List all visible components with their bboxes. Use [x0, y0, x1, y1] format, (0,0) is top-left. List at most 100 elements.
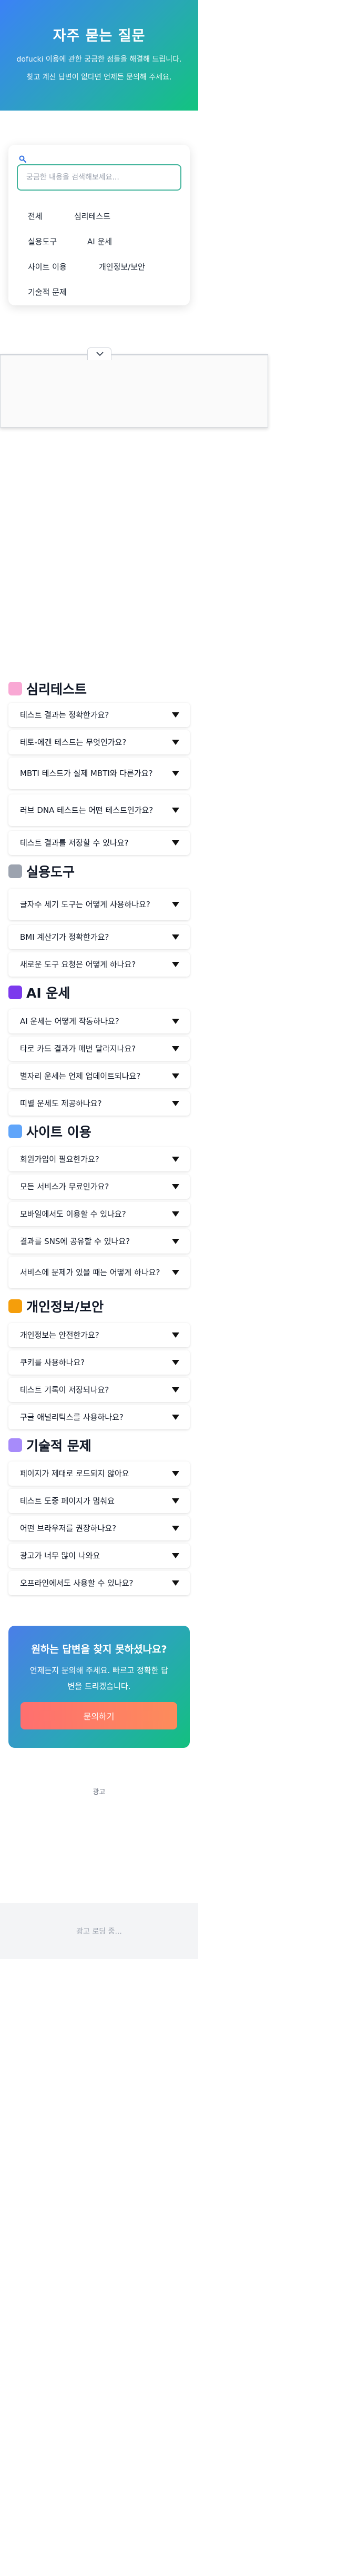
- expand-arrow-icon: [172, 1580, 179, 1586]
- faq-question[interactable]: 구글 애널리틱스를 사용하나요?: [8, 1405, 190, 1429]
- expand-arrow-icon: [172, 1360, 179, 1365]
- tools-icon: [8, 864, 22, 878]
- faq-question-text: 개인정보는 안전한가요?: [20, 1330, 99, 1340]
- faq-question[interactable]: 모바일에서도 이용할 수 있나요?: [8, 1202, 190, 1226]
- expand-arrow-icon: [172, 712, 179, 718]
- expand-arrow-icon: [172, 1184, 179, 1189]
- faq-question[interactable]: AI 운세는 어떻게 작동하나요?: [8, 1009, 190, 1033]
- expand-arrow-icon: [172, 1239, 179, 1244]
- search-input[interactable]: [17, 164, 181, 191]
- category-all[interactable]: 전체: [28, 211, 43, 222]
- faq-question[interactable]: 서비스에 문제가 있을 때는 어떻게 하나요?: [8, 1257, 190, 1288]
- category-tools[interactable]: 실용도구: [28, 236, 57, 247]
- chevron-down-icon: [96, 352, 104, 356]
- faq-question[interactable]: 테토-에겐 테스트는 무엇인가요?: [8, 730, 190, 754]
- page-header: 자주 묻는 질문 dofucki 이용에 관한 궁금한 점들을 해결해 드립니다…: [0, 0, 198, 111]
- faq-question-text: 타로 카드 결과가 매번 달라지나요?: [20, 1044, 136, 1053]
- cta-subtitle: 언제든지 문의해 주세요. 빠르고 정확한 답 변을 드리겠습니다.: [29, 1663, 169, 1694]
- faq-question[interactable]: 새로운 도구 요청은 어떻게 하나요?: [8, 952, 190, 977]
- faq-question[interactable]: BMI 계산기가 정확한가요?: [8, 925, 190, 949]
- faq-question[interactable]: 글자수 세기 도구는 어떻게 사용하나요?: [8, 889, 190, 920]
- expand-arrow-icon: [172, 1157, 179, 1162]
- faq-question[interactable]: 광고가 너무 많이 나와요: [8, 1544, 190, 1568]
- faq-question[interactable]: 모든 서비스가 무료인가요?: [8, 1175, 190, 1199]
- faq-question[interactable]: 회원가입이 필요한가요?: [8, 1147, 190, 1171]
- ad-label: 광고: [93, 1788, 106, 1796]
- faq-question[interactable]: 띠별 운세도 제공하나요?: [8, 1091, 190, 1116]
- faq-question[interactable]: 테스트 결과를 저장할 수 있나요?: [8, 831, 190, 855]
- faq-question-text: AI 운세는 어떻게 작동하나요?: [20, 1017, 119, 1026]
- faq-question[interactable]: 개인정보는 안전한가요?: [8, 1323, 190, 1347]
- ad-loading-box: 광고 로딩 중...: [0, 1903, 198, 1959]
- category-site-usage[interactable]: 사이트 이용: [28, 261, 67, 272]
- cta-subtitle-line-1: 언제든지 문의해 주세요. 빠르고 정확한 답: [29, 1666, 169, 1675]
- faq-question[interactable]: 별자리 운세는 언제 업데이트되나요?: [8, 1064, 190, 1088]
- section-title: 실용도구: [8, 862, 75, 881]
- faq-question[interactable]: 쿠키를 사용하나요?: [8, 1350, 190, 1375]
- faq-question-text: 별자리 운세는 언제 업데이트되나요?: [20, 1071, 141, 1081]
- faq-question-text: BMI 계산기가 정확한가요?: [20, 932, 109, 942]
- page-title: 자주 묻는 질문: [53, 28, 146, 44]
- expand-arrow-icon: [172, 1332, 179, 1338]
- search-card: 전체 심리테스트 실용도구 AI 운세 사이트 이용 개인정보/보안 기술적 문…: [8, 145, 190, 305]
- faq-question-text: 구글 애널리틱스를 사용하나요?: [20, 1413, 124, 1422]
- expand-arrow-icon: [172, 771, 179, 776]
- faq-question-text: 모든 서비스가 무료인가요?: [20, 1182, 109, 1191]
- faq-question-text: 테토-에겐 테스트는 무엇인가요?: [20, 738, 127, 747]
- faq-question-text: 광고가 너무 많이 나와요: [20, 1551, 100, 1560]
- expand-arrow-icon: [172, 1498, 179, 1504]
- faq-question[interactable]: 페이지가 제대로 로드되지 않아요: [8, 1461, 190, 1486]
- faq-question-text: 테스트 기록이 저장되나요?: [20, 1385, 109, 1395]
- faq-question[interactable]: 테스트 결과는 정확한가요?: [8, 703, 190, 727]
- category-psych-test[interactable]: 심리테스트: [74, 211, 110, 222]
- category-tech-issues[interactable]: 기술적 문제: [28, 286, 67, 297]
- faq-question[interactable]: 테스트 도중 페이지가 멈춰요: [8, 1489, 190, 1513]
- category-ai-fortune[interactable]: AI 운세: [87, 236, 112, 247]
- faq-question-text: 쿠키를 사용하나요?: [20, 1358, 85, 1367]
- cta-title: 원하는 답변을 찾지 못하셨나요?: [31, 1644, 167, 1655]
- faq-question[interactable]: 러브 DNA 테스트는 어떤 테스트인가요?: [8, 794, 190, 826]
- section-title: 사이트 이용: [8, 1122, 91, 1141]
- subtitle-line-2: 찾고 계신 답변이 없다면 언제든 문의해 주세요.: [26, 73, 172, 82]
- faq-question-text: 글자수 세기 도구는 어떻게 사용하나요?: [20, 900, 150, 909]
- faq-question[interactable]: 테스트 기록이 저장되나요?: [8, 1378, 190, 1402]
- section-title: 기술적 문제: [8, 1436, 91, 1455]
- faq-question-text: 테스트 도중 페이지가 멈춰요: [20, 1496, 115, 1506]
- ad-loading-text: 광고 로딩 중...: [76, 1927, 122, 1936]
- expand-arrow-icon: [172, 1101, 179, 1106]
- faq-question-text: 테스트 결과를 저장할 수 있나요?: [20, 838, 129, 848]
- faq-question-text: 띠별 운세도 제공하나요?: [20, 1099, 102, 1108]
- faq-question-text: 오프라인에서도 사용할 수 있나요?: [20, 1578, 134, 1588]
- search-icon: [19, 155, 26, 163]
- faq-question-text: 회원가입이 필요한가요?: [20, 1155, 99, 1164]
- expand-arrow-icon: [172, 1046, 179, 1051]
- expand-arrow-icon: [172, 1073, 179, 1079]
- contact-button[interactable]: 문의하기: [21, 1702, 177, 1729]
- section-title-text: 개인정보/보안: [26, 1299, 104, 1315]
- expand-arrow-icon: [172, 962, 179, 967]
- section-title: 심리테스트: [8, 679, 87, 698]
- faq-question-text: 서비스에 문제가 있을 때는 어떻게 하나요?: [20, 1268, 160, 1277]
- crystal-ball-icon: [8, 986, 22, 999]
- cta-subtitle-line-2: 변을 드리겠습니다.: [67, 1682, 131, 1691]
- faq-question[interactable]: MBTI 테스트가 실제 MBTI와 다른가요?: [8, 758, 190, 789]
- section-title-text: 사이트 이용: [26, 1125, 91, 1140]
- faq-question-text: 모바일에서도 이용할 수 있나요?: [20, 1209, 126, 1219]
- category-privacy[interactable]: 개인정보/보안: [99, 261, 145, 272]
- ad-collapse-toggle[interactable]: [87, 347, 111, 360]
- faq-question[interactable]: 오프라인에서도 사용할 수 있나요?: [8, 1571, 190, 1595]
- faq-question[interactable]: 타로 카드 결과가 매번 달라지나요?: [8, 1037, 190, 1061]
- faq-question-text: 어떤 브라우저를 권장하나요?: [20, 1524, 117, 1533]
- book-icon: [8, 1125, 22, 1138]
- expand-arrow-icon: [172, 1211, 179, 1217]
- expand-arrow-icon: [172, 808, 179, 813]
- faq-question[interactable]: 결과를 SNS에 공유할 수 있나요?: [8, 1229, 190, 1254]
- expand-arrow-icon: [172, 1553, 179, 1558]
- expand-arrow-icon: [172, 1270, 179, 1275]
- section-title: AI 운세: [8, 983, 70, 1002]
- faq-question-text: 새로운 도구 요청은 어떻게 하나요?: [20, 960, 136, 969]
- expand-arrow-icon: [172, 840, 179, 846]
- faq-question-text: 결과를 SNS에 공유할 수 있나요?: [20, 1237, 130, 1246]
- faq-question[interactable]: 어떤 브라우저를 권장하나요?: [8, 1516, 190, 1540]
- faq-question-text: 페이지가 제대로 로드되지 않아요: [20, 1469, 129, 1478]
